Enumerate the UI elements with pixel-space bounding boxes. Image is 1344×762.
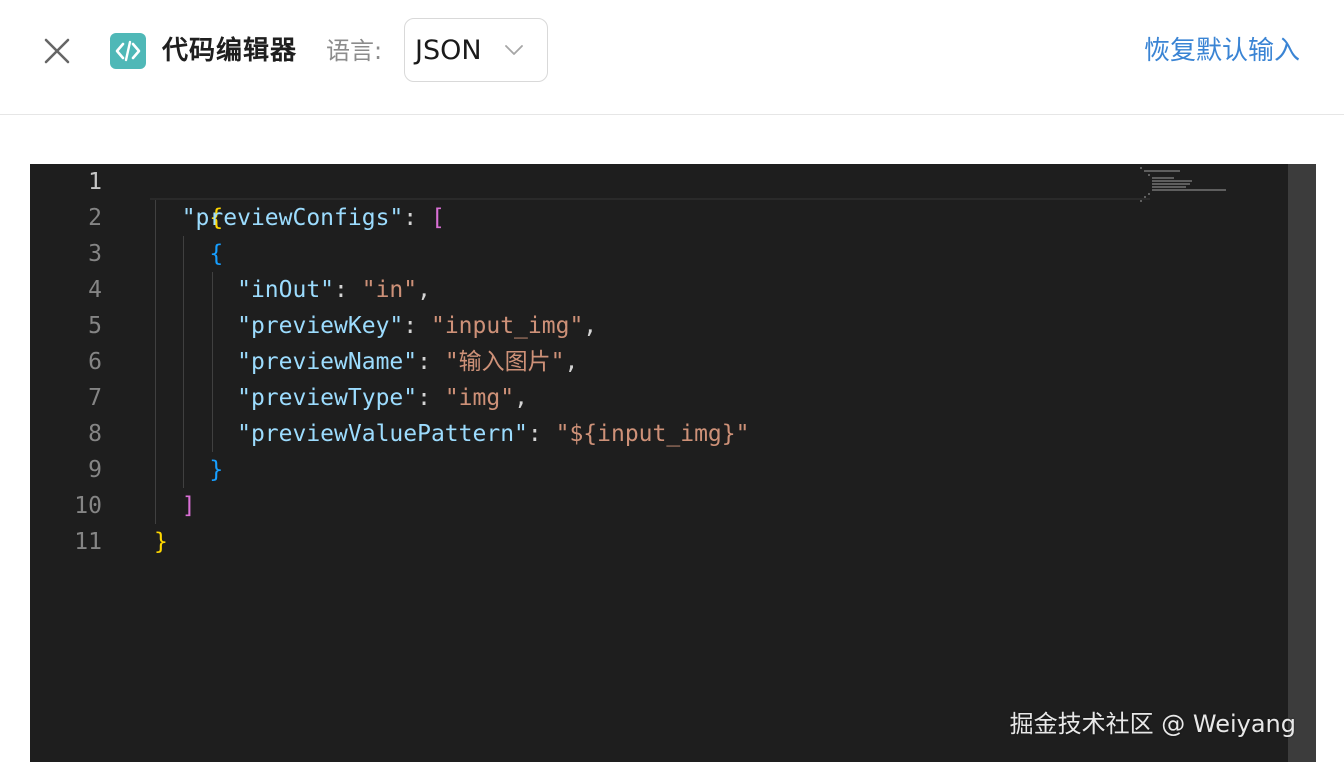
- code-editor[interactable]: 1 2 3 4 5 6 7 8 9 10 11 { "previewConfig…: [30, 164, 1316, 762]
- code-line: ]: [154, 488, 196, 524]
- line-number: 8: [88, 421, 102, 447]
- json-bracket: ]: [181, 493, 196, 519]
- code-line: {: [154, 236, 223, 272]
- json-brace: }: [209, 457, 224, 483]
- line-number: 4: [88, 277, 102, 303]
- chevron-down-icon: [503, 39, 525, 61]
- line-number: 3: [88, 241, 102, 267]
- json-punctuation: ,: [583, 313, 598, 339]
- code-line: }: [154, 524, 168, 560]
- page-title: 代码编辑器: [162, 36, 298, 66]
- json-key: "previewName": [237, 349, 418, 375]
- language-select-value: JSON: [415, 35, 482, 66]
- json-key: "inOut": [237, 277, 335, 303]
- code-line: "previewConfigs": [: [154, 200, 445, 236]
- line-number: 5: [88, 313, 102, 339]
- json-brace: {: [209, 241, 224, 267]
- json-key: "previewValuePattern": [237, 421, 528, 447]
- json-string: "输入图片": [444, 349, 565, 375]
- json-string: "img": [444, 385, 515, 411]
- json-punctuation: :: [403, 313, 431, 339]
- line-number: 10: [74, 493, 102, 519]
- reset-default-button[interactable]: 恢复默认输入: [1144, 32, 1300, 70]
- json-key: "previewConfigs": [181, 205, 404, 231]
- json-key: "previewKey": [237, 313, 404, 339]
- code-line: {: [154, 164, 223, 231]
- json-punctuation: ,: [417, 277, 431, 303]
- json-string: "${input_img}": [555, 421, 750, 447]
- current-line-highlight: [150, 164, 1150, 200]
- line-number: 1: [88, 169, 102, 195]
- json-string: "input_img": [430, 313, 584, 339]
- line-number-gutter: 1 2 3 4 5 6 7 8 9 10 11: [30, 164, 130, 762]
- code-line: "inOut": "in",: [154, 272, 431, 308]
- code-line: "previewKey": "input_img",: [154, 308, 597, 344]
- json-punctuation: :: [417, 385, 445, 411]
- vertical-scrollbar[interactable]: [1288, 164, 1316, 762]
- line-number: 9: [88, 457, 102, 483]
- json-punctuation: :: [403, 205, 431, 231]
- json-key: "previewType": [237, 385, 418, 411]
- editor-header: 代码编辑器 语言: JSON 恢复默认输入: [0, 0, 1344, 115]
- line-number: 2: [88, 205, 102, 231]
- json-punctuation: :: [527, 421, 556, 447]
- code-line: }: [154, 452, 223, 488]
- json-punctuation: :: [417, 349, 445, 375]
- watermark: 掘金技术社区 @ Weiyang: [1009, 710, 1296, 738]
- json-string: "in": [361, 277, 418, 303]
- json-punctuation: :: [334, 277, 362, 303]
- code-line: "previewType": "img",: [154, 380, 528, 416]
- line-number: 11: [74, 529, 102, 555]
- minimap[interactable]: [1140, 164, 1260, 224]
- code-line: "previewName": "输入图片",: [154, 344, 578, 380]
- json-punctuation: ,: [514, 385, 528, 411]
- language-label: 语言:: [326, 37, 383, 65]
- json-bracket: [: [430, 205, 445, 231]
- line-number: 7: [88, 385, 102, 411]
- close-icon[interactable]: [40, 34, 74, 68]
- line-number: 6: [88, 349, 102, 375]
- json-punctuation: ,: [564, 349, 579, 375]
- code-icon: [110, 33, 146, 69]
- language-select[interactable]: JSON: [404, 18, 548, 82]
- code-line: "previewValuePattern": "${input_img}": [154, 416, 749, 452]
- json-brace: }: [154, 529, 168, 555]
